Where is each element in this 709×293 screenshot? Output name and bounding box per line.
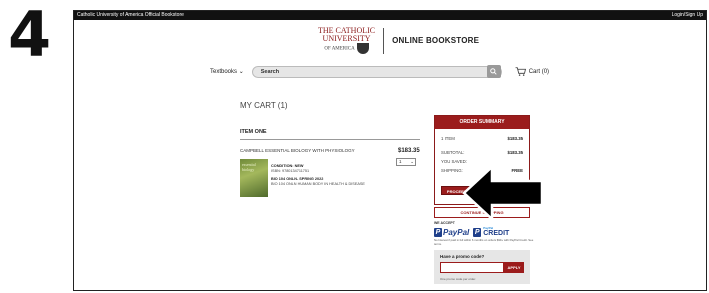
brand-header[interactable]: THE CATHOLIC UNIVERSITY OF AMERICA ONLIN… <box>318 27 479 54</box>
summary-heading: ORDER SUMMARY <box>435 116 529 129</box>
item-heading: ITEM ONE <box>240 129 267 135</box>
summary-row: YOU SAVED: <box>441 159 467 164</box>
item-title[interactable]: CAMPBELL ESSENTIAL BIOLOGY WITH PHYSIOLO… <box>240 148 355 153</box>
university-logo[interactable]: THE CATHOLIC UNIVERSITY OF AMERICA <box>318 27 375 54</box>
payment-logos: P PayPal P PayPal CREDIT <box>434 227 509 237</box>
login-link[interactable]: Login/Sign Up <box>672 11 703 20</box>
chevron-down-icon: ⌄ <box>238 69 244 75</box>
item-isbn: ISBN: 9780134711751 <box>271 169 310 173</box>
top-bar: Catholic University of America Official … <box>74 11 706 20</box>
brand-divider <box>383 27 385 54</box>
main-nav: Textbooks ⌄ Search Cart (0) <box>210 65 549 78</box>
search-button[interactable] <box>486 65 501 78</box>
screenshot-frame: Catholic University of America Official … <box>73 10 707 291</box>
paypal-credit-logo-icon: P <box>473 227 482 237</box>
book-cover[interactable]: essential biology <box>240 159 268 197</box>
search-input[interactable]: Search <box>251 65 502 78</box>
chevron-down-icon: ⌄ <box>410 159 414 164</box>
topbar-store-name: Catholic University of America Official … <box>77 12 184 18</box>
shield-icon <box>356 43 369 54</box>
promo-panel: Have a promo code? APPLY One promo code … <box>434 250 530 284</box>
promo-label: Have a promo code? <box>440 254 485 259</box>
paypal-logo-icon: P <box>434 227 442 237</box>
quantity-select[interactable]: 1 ⌄ <box>396 158 416 166</box>
promo-note: One promo code per order. <box>440 277 477 281</box>
summary-row: SUBTOTAL: $183.35 <box>441 150 523 155</box>
textbooks-menu[interactable]: Textbooks ⌄ <box>210 68 244 75</box>
cart-link[interactable]: Cart (0) <box>515 67 549 76</box>
item-course: BIO 104 ONLN HUMAN BODY IN HEALTH & DISE… <box>271 182 365 186</box>
item-divider <box>240 139 420 140</box>
summary-row: 1 ITEM $183.35 <box>441 136 523 141</box>
brand-name: ONLINE BOOKSTORE <box>392 36 480 45</box>
paypal-credit-wordmark: PayPal CREDIT <box>483 226 510 238</box>
promo-code-input[interactable] <box>440 262 504 273</box>
page-title: MY CART (1) <box>240 101 288 110</box>
paypal-fine-print: No Interest if paid in full within 6 mon… <box>434 238 534 246</box>
item-price: $183.35 <box>398 148 420 154</box>
pointer-arrow-icon <box>462 165 544 221</box>
step-number: 4 <box>8 0 52 71</box>
paypal-wordmark: PayPal <box>443 227 470 237</box>
cart-icon <box>515 67 526 76</box>
search-icon <box>490 68 497 75</box>
we-accept-label: WE ACCEPT <box>434 221 455 225</box>
apply-button[interactable]: APPLY <box>504 262 524 273</box>
